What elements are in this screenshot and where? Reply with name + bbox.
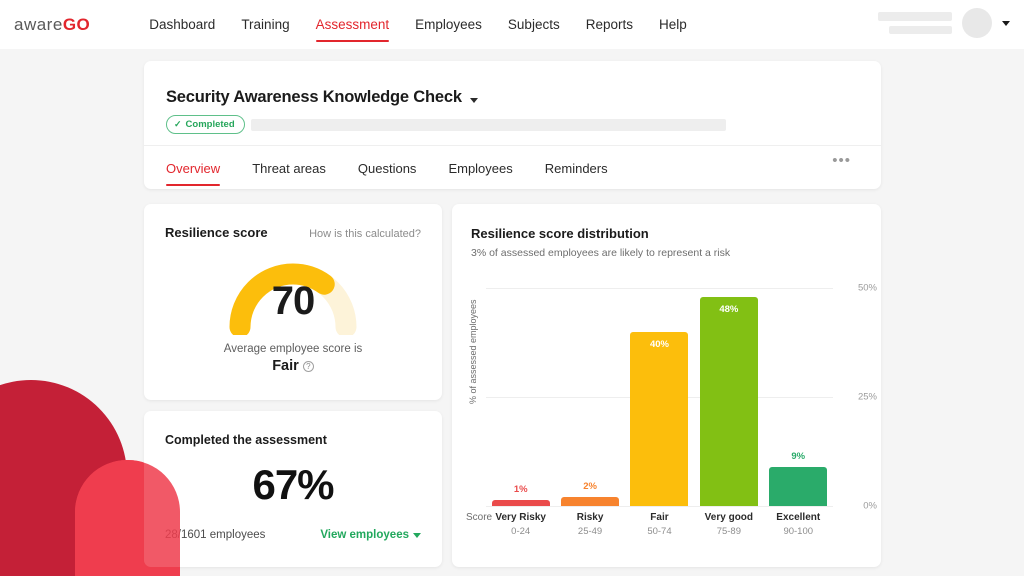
resilience-score-header: Resilience score How is this calculated? [144,204,442,240]
nav-item-reports[interactable]: Reports [573,0,646,49]
resilience-rating-row: Fair ? [144,358,442,374]
logo-text-go: GO [62,14,91,34]
chart-x-tick: Very Risky 0-24 [489,512,553,537]
chart-plot-area: 0% 25% 50% 1% 2% 40% 48% 9% [486,283,877,512]
completed-card-title: Completed the assessment [165,433,327,447]
chart-bar-value-label: 40% [649,338,669,350]
nav-item-resources[interactable]: Help [646,0,700,49]
resilience-distribution-card: Resilience score distribution 3% of asse… [452,204,881,567]
nav-item-training[interactable]: Training [228,0,302,49]
resilience-score-value: 70 [271,279,316,323]
chart-x-tick-name: Risky [576,512,604,523]
chevron-down-icon [413,532,421,538]
chart-x-tick-range: 75-89 [716,526,742,537]
chart-x-tick-range: 0-24 [511,526,531,537]
chart-bar-column: 9% [766,288,830,506]
view-employees-label: View employees [320,529,409,541]
how-calculated-link[interactable]: How is this calculated? [309,228,421,240]
chart-bar-column: 2% [558,288,622,506]
chart-bar[interactable] [561,497,620,506]
status-badge: ✓ Completed [166,115,245,134]
chart-y-tick-label: 25% [857,391,877,403]
resilience-gauge: 70 [227,257,359,338]
chevron-down-icon[interactable] [469,98,478,103]
check-icon: ✓ [174,119,182,129]
chart-bar-column: 1% [489,288,553,506]
chart-bars: 1% 2% 40% 48% 9% [486,288,833,506]
status-badge-label: Completed [185,119,235,130]
chart-x-tick: Fair 50-74 [627,512,691,537]
awarego-logo[interactable]: aware GO [14,15,90,35]
assessment-status-row: ✓ Completed [144,107,881,134]
resilience-rating: Fair [272,358,299,374]
assessment-header-card: Security Awareness Knowledge Check ✓ Com… [144,61,881,189]
chart-bar-value-label: 1% [513,484,528,495]
tab-reminders[interactable]: Reminders [529,146,624,190]
distribution-bar-chart: % of assessed employees 0% 25% 50% 1% 2% 40%… [452,268,881,567]
tab-threat-areas[interactable]: Threat areas [236,146,342,190]
nav-item-subjects[interactable]: Subjects [495,0,573,49]
chart-bar[interactable] [491,500,550,506]
chart-x-tick-name: Very Risky [495,512,546,523]
avatar[interactable] [962,8,992,38]
assessment-tabs: Overview Threat areas Questions Employee… [144,145,881,190]
help-circle-icon[interactable]: ? [302,360,314,372]
chart-x-tick-name: Very good [704,512,754,523]
chart-x-tick-range: 50-74 [647,526,672,537]
top-navigation-bar: aware GO Dashboard Training Assessment Em… [0,0,1024,49]
chart-bar-value-label: 2% [583,481,597,493]
completed-employee-count: 28/1601 employees [165,529,266,541]
chart-bar-column: 48% [697,288,761,506]
chart-bar-column: 40% [627,288,691,506]
decorative-shape-front-overlay [75,460,180,576]
progress-placeholder [250,118,726,131]
chart-x-tick-name: Fair [650,512,669,523]
chart-y-axis-label: % of assessed employees [468,299,478,404]
chart-bar[interactable] [769,466,828,506]
profile-name-placeholder [878,12,952,34]
tab-questions[interactable]: Questions [342,146,433,190]
tab-employees[interactable]: Employees [432,146,528,190]
chart-bar-value-label: 48% [719,303,739,315]
completed-percent: 67% [252,461,334,508]
distribution-title: Resilience score distribution [471,226,649,241]
view-employees-link[interactable]: View employees [320,529,421,541]
chart-x-tick-range: 90-100 [783,526,814,537]
nav-item-employees[interactable]: Employees [402,0,495,49]
chevron-down-icon[interactable] [1002,20,1010,26]
tab-overview[interactable]: Overview [166,146,236,190]
resilience-score-subtitle: Average employee score is [223,343,363,355]
completed-assessment-card: Completed the assessment 67% 28/1601 emp… [144,411,442,567]
resilience-score-card: Resilience score How is this calculated?… [144,204,442,400]
chart-gridline [486,506,833,507]
chart-bar-value-label: 9% [791,450,806,462]
distribution-subtitle: 3% of assessed employees are likely to r… [471,247,731,259]
completed-card-footer: 28/1601 employees View employees [144,509,442,541]
chart-x-tick: Risky 25-49 [558,512,622,537]
chart-y-tick-label: 0% [863,500,877,512]
app-root: aware GO Dashboard Training Assessment Em… [0,0,1024,576]
main-nav: Dashboard Training Assessment Employees … [136,0,725,49]
chart-x-tick: Very good 75-89 [697,512,761,537]
chart-bar[interactable]: 40% [630,331,689,506]
profile-menu[interactable] [878,8,1010,38]
chart-x-tick-name: Excellent [776,512,821,523]
page-title: Security Awareness Knowledge Check [166,88,462,106]
chart-bar[interactable]: 48% [699,296,758,506]
nav-item-dashboard[interactable]: Dashboard [136,0,228,49]
assessment-title-row: Security Awareness Knowledge Check [144,61,881,107]
nav-item-assessment[interactable]: Assessment [303,0,403,49]
resilience-score-title: Resilience score [165,225,268,240]
chart-y-tick-label: 50% [857,282,877,294]
chart-x-tick-range: 25-49 [577,526,603,537]
logo-text-aware: aware [14,14,63,34]
chart-x-tick: Excellent 90-100 [766,512,830,537]
chart-x-axis: Very Risky 0-24 Risky 25-49 Fair 50-74 Very go… [486,512,833,537]
